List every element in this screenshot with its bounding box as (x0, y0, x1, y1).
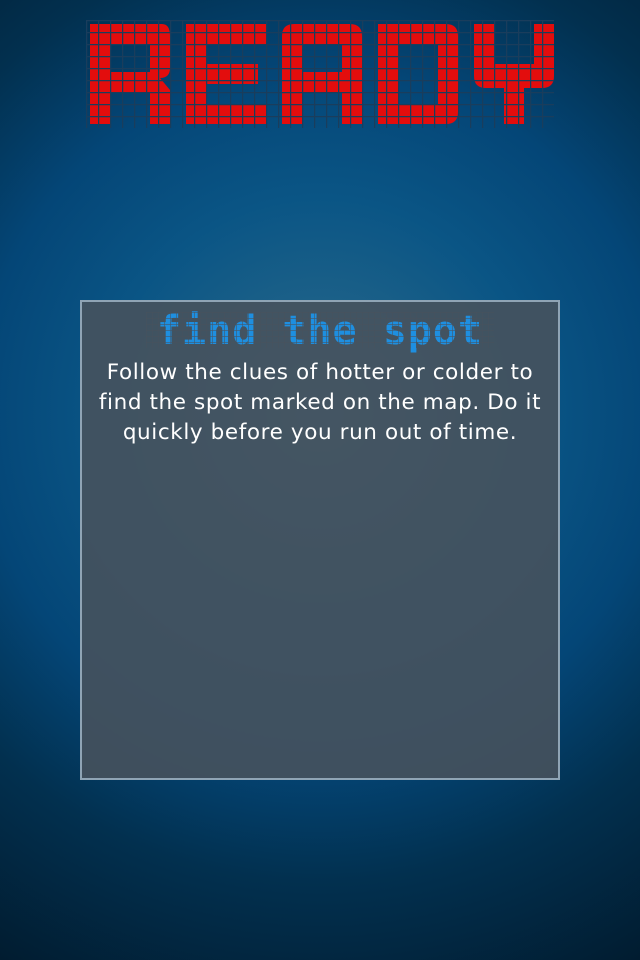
ready-title-graphic (86, 20, 554, 128)
panel-description: Follow the clues of hotter or colder to … (98, 360, 542, 445)
ready-title (86, 20, 554, 128)
panel-heading: find the spot (156, 308, 484, 354)
info-panel: find the spot Follow the clues of hotter… (80, 300, 560, 780)
